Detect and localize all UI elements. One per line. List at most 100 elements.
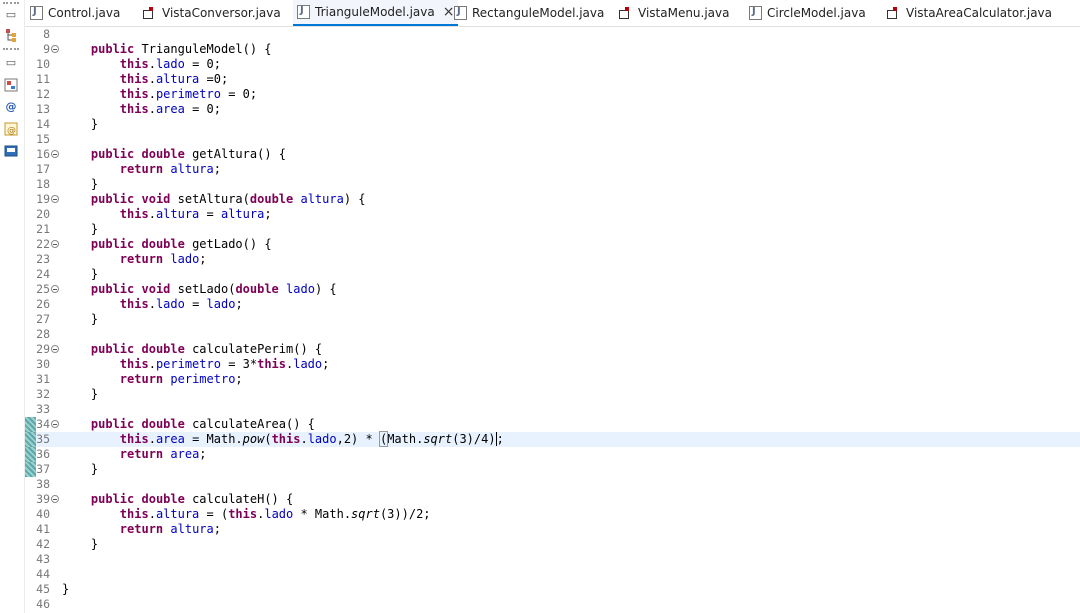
line-number: 27 — [36, 312, 50, 326]
code-line[interactable]: 32 } — [25, 387, 1080, 402]
code-line[interactable]: 31 return perimetro; — [25, 372, 1080, 387]
code-line[interactable]: 28 — [25, 327, 1080, 342]
fold-toggle-icon[interactable] — [51, 285, 59, 293]
line-number: 17 — [36, 162, 50, 176]
fold-toggle-icon[interactable] — [51, 45, 59, 53]
code-line[interactable]: 38 — [25, 477, 1080, 492]
code-line[interactable]: 33 — [25, 402, 1080, 417]
code-line[interactable]: 18 } — [25, 177, 1080, 192]
code-line[interactable]: 25 public void setLado(double lado) { — [25, 282, 1080, 297]
code-text: } — [62, 117, 99, 131]
code-text: } — [62, 222, 99, 236]
restore-icon[interactable]: ▭ — [4, 56, 18, 70]
tab-circle-model[interactable]: CircleModel.java — [749, 0, 866, 26]
line-number: 16 — [36, 147, 50, 161]
code-line[interactable]: 29 public double calculatePerim() { — [25, 342, 1080, 357]
code-line[interactable]: 23 return lado; — [25, 252, 1080, 267]
fold-toggle-icon[interactable] — [51, 495, 59, 503]
line-number: 36 — [36, 447, 50, 461]
code-text: this.perimetro = 0; — [119, 87, 258, 101]
code-text: } — [62, 387, 99, 401]
java-class-main-icon — [143, 6, 157, 20]
fold-toggle-icon[interactable] — [51, 345, 59, 353]
code-line[interactable]: 41 return altura; — [25, 522, 1080, 537]
tab-control[interactable]: Control.java — [30, 0, 120, 26]
line-number: 25 — [36, 282, 50, 296]
javadoc-icon[interactable]: @ — [4, 100, 18, 114]
restore-icon[interactable]: ▭ — [4, 8, 18, 22]
line-number: 9 — [43, 42, 50, 56]
code-editor[interactable]: 89 public TrianguleModel() {10 this.lado… — [25, 27, 1080, 613]
code-line[interactable]: 40 this.altura = (this.lado * Math.sqrt(… — [25, 507, 1080, 522]
code-text: } — [62, 312, 99, 326]
line-number: 18 — [36, 177, 50, 191]
code-line[interactable]: 46 — [25, 597, 1080, 612]
code-line[interactable]: 20 this.altura = altura; — [25, 207, 1080, 222]
code-line[interactable]: 27 } — [25, 312, 1080, 327]
code-line[interactable]: 22 public double getLado() { — [25, 237, 1080, 252]
code-line[interactable]: 45} — [25, 582, 1080, 597]
code-line[interactable]: 19 public void setAltura(double altura) … — [25, 192, 1080, 207]
tab-vista-conversor[interactable]: VistaConversor.java — [143, 0, 281, 26]
line-number: 39 — [36, 492, 50, 506]
code-line[interactable]: 42 } — [25, 537, 1080, 552]
drag-handle[interactable] — [3, 48, 19, 53]
code-line[interactable]: 8 — [25, 27, 1080, 42]
fold-toggle-icon[interactable] — [51, 150, 59, 158]
tab-triangule-model[interactable]: TrianguleModel.java × — [293, 0, 459, 26]
code-text: this.altura = altura; — [119, 207, 272, 221]
code-line[interactable]: 14 } — [25, 117, 1080, 132]
code-text: this.perimetro = 3*this.lado; — [119, 357, 330, 371]
code-line[interactable]: 10 this.lado = 0; — [25, 57, 1080, 72]
code-text: } — [62, 267, 99, 281]
java-file-icon — [454, 6, 467, 20]
tab-vista-menu[interactable]: VistaMenu.java — [619, 0, 730, 26]
fold-toggle-icon[interactable] — [51, 420, 59, 428]
code-line[interactable]: 43 — [25, 552, 1080, 567]
code-line[interactable]: 24 } — [25, 267, 1080, 282]
svg-text:@: @ — [7, 126, 16, 136]
code-line[interactable]: 37 } — [25, 462, 1080, 477]
code-line[interactable]: 30 this.perimetro = 3*this.lado; — [25, 357, 1080, 372]
hierarchy-icon[interactable] — [4, 28, 18, 42]
line-number: 21 — [36, 222, 50, 236]
tab-vista-area-calculator[interactable]: VistaAreaCalculator.java — [887, 0, 1052, 26]
line-number: 46 — [36, 597, 50, 611]
code-text: this.altura = (this.lado * Math.sqrt(3))… — [119, 507, 431, 521]
line-number: 15 — [36, 132, 50, 146]
code-line[interactable]: 17 return altura; — [25, 162, 1080, 177]
close-icon[interactable]: × — [443, 5, 455, 19]
code-text: public double calculatePerim() { — [90, 342, 323, 356]
console-icon[interactable] — [4, 144, 18, 158]
type-hierarchy-icon[interactable] — [4, 78, 18, 92]
code-line[interactable]: 21 } — [25, 222, 1080, 237]
fold-toggle-icon[interactable] — [51, 195, 59, 203]
line-number: 12 — [36, 87, 50, 101]
code-text: this.altura =0; — [119, 72, 229, 86]
line-number: 35 — [36, 432, 50, 446]
code-text: this.area = Math.pow(this.lado,2) * (Mat… — [119, 431, 504, 447]
code-line[interactable]: 9 public TrianguleModel() { — [25, 42, 1080, 57]
declaration-icon[interactable]: @ — [4, 122, 18, 136]
code-line[interactable]: 39 public double calculateH() { — [25, 492, 1080, 507]
code-line[interactable]: 16 public double getAltura() { — [25, 147, 1080, 162]
code-line[interactable]: 11 this.altura =0; — [25, 72, 1080, 87]
code-line[interactable]: 26 this.lado = lado; — [25, 297, 1080, 312]
code-text: public double getAltura() { — [90, 147, 287, 161]
line-number: 43 — [36, 552, 50, 566]
code-line[interactable]: 13 this.area = 0; — [25, 102, 1080, 117]
code-line[interactable]: 34 public double calculateArea() { — [25, 417, 1080, 432]
code-line[interactable]: 36 return area; — [25, 447, 1080, 462]
tab-rectangule-model[interactable]: RectanguleModel.java — [454, 0, 604, 26]
code-line[interactable]: 12 this.perimetro = 0; — [25, 87, 1080, 102]
code-line[interactable]: 44 — [25, 567, 1080, 582]
left-toolbar: ▭ ▭ @ @ — [0, 0, 25, 613]
fold-toggle-icon[interactable] — [51, 240, 59, 248]
code-line[interactable]: 35 this.area = Math.pow(this.lado,2) * (… — [25, 431, 1080, 447]
line-number: 31 — [36, 372, 50, 386]
line-number: 13 — [36, 102, 50, 116]
drag-handle[interactable] — [3, 2, 19, 7]
code-line[interactable]: 15 — [25, 132, 1080, 147]
java-file-icon — [297, 5, 310, 19]
code-text: return area; — [119, 447, 207, 461]
